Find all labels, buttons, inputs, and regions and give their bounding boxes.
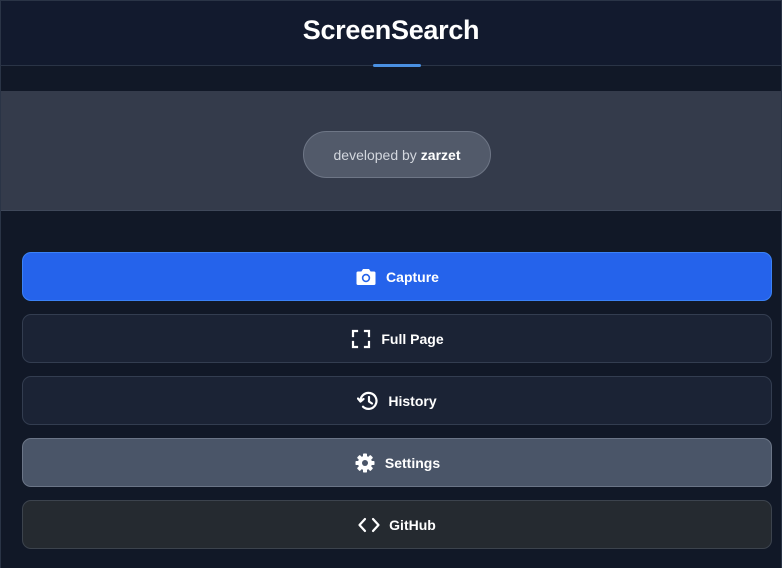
settings-label: Settings (384, 454, 441, 471)
full-page-button[interactable]: Full Page (22, 314, 772, 363)
history-label: History (388, 392, 437, 409)
github-label: GitHub (389, 516, 436, 533)
settings-button[interactable]: Settings (22, 438, 772, 487)
extension-popup: ScreenSearch developed by zarzet Capture (0, 0, 782, 568)
credit-pill[interactable]: developed by zarzet (303, 131, 491, 178)
capture-label: Capture (386, 268, 439, 285)
credit-author: zarzet (420, 146, 461, 163)
code-brackets-icon (358, 514, 380, 536)
title-underline (373, 64, 421, 67)
gear-icon (354, 452, 376, 474)
history-button[interactable]: History (22, 376, 772, 425)
capture-button[interactable]: Capture (22, 252, 772, 301)
header: ScreenSearch (1, 0, 781, 67)
history-icon (357, 390, 379, 412)
fullscreen-frame-icon (350, 328, 372, 350)
credit-banner: developed by zarzet (1, 91, 781, 211)
app-title: ScreenSearch (302, 15, 480, 45)
github-button[interactable]: GitHub (22, 500, 772, 549)
full-page-label: Full Page (381, 330, 444, 347)
camera-icon (355, 266, 377, 288)
credit-prefix: developed by (333, 146, 417, 163)
